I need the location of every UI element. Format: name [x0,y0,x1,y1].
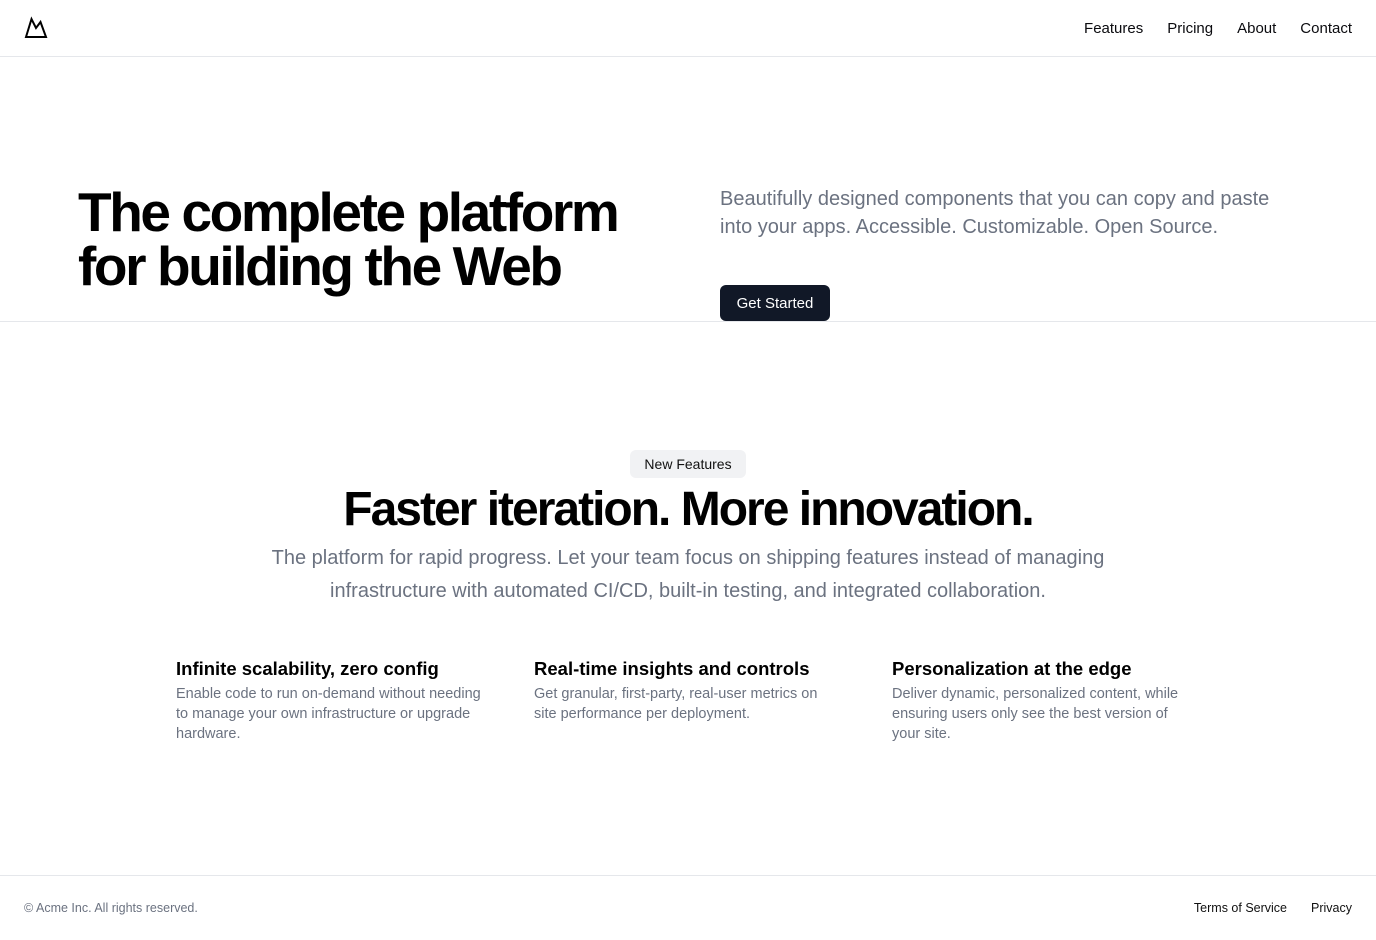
features-title: Faster iteration. More innovation. [343,483,1034,536]
feature-card: Personalization at the edge Deliver dyna… [892,656,1198,744]
mountain-icon [24,16,48,38]
hero-title-line-1: The complete platform [78,181,620,243]
feature-description: Deliver dynamic, personalized content, w… [892,686,1179,742]
feature-title: Personalization at the edge [892,658,1132,679]
hero-title-line-2: for building the Web [78,235,563,297]
terms-of-service-link[interactable]: Terms of Service [1194,901,1287,915]
landing-page: Features Pricing About Contact The compl… [0,0,1376,940]
feature-description: Enable code to run on-demand without nee… [176,686,481,742]
feature-description: Get granular, first-party, real-user met… [534,686,818,722]
nav-link-pricing[interactable]: Pricing [1167,20,1213,37]
new-features-badge: New Features [630,450,746,478]
feature-card: Infinite scalability, zero config Enable… [176,656,482,744]
feature-grid: Infinite scalability, zero config Enable… [176,656,1200,744]
site-footer: © Acme Inc. All rights reserved. Terms o… [0,875,1376,940]
features-description: The platform for rapid progress. Let you… [271,547,1105,602]
nav-link-features[interactable]: Features [1084,20,1143,37]
copyright-text: © Acme Inc. All rights reserved. [24,901,198,915]
get-started-button[interactable]: Get Started [720,285,830,321]
hero-title: The complete platform for building the W… [78,185,678,294]
nav-link-about[interactable]: About [1237,20,1276,37]
logo-link[interactable] [24,16,48,40]
site-header: Features Pricing About Contact [0,0,1376,57]
hero-description: Beautifully designed components that you… [720,188,1270,238]
feature-title: Infinite scalability, zero config [176,658,439,679]
footer-links: Terms of Service Privacy [1194,901,1352,915]
feature-card: Real-time insights and controls Get gran… [534,656,840,744]
nav-link-contact[interactable]: Contact [1300,20,1352,37]
features-section: New Features Faster iteration. More inno… [0,322,1376,875]
feature-title: Real-time insights and controls [534,658,810,679]
hero-section: The complete platform for building the W… [0,57,1376,322]
main-nav: Features Pricing About Contact [1084,20,1352,37]
privacy-link[interactable]: Privacy [1311,901,1352,915]
